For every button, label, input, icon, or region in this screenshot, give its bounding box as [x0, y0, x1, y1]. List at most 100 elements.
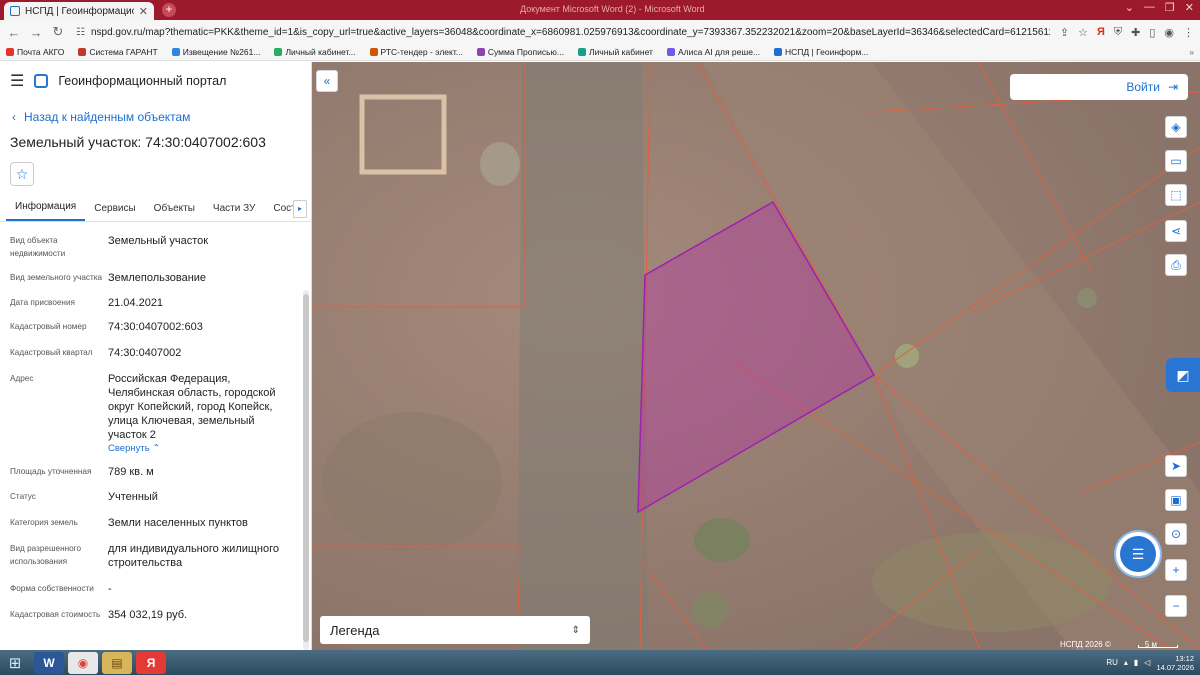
yandex-icon[interactable]: Я	[1097, 26, 1105, 38]
show-hidden-icons-icon[interactable]: ▴	[1124, 658, 1128, 667]
print-button[interactable]: ⎙	[1165, 254, 1187, 276]
volume-icon[interactable]: ◁	[1144, 658, 1150, 667]
share-button[interactable]: ⋖	[1165, 220, 1187, 242]
map-view[interactable]: « Войти ⇥ ◈ ▭ ⬚ ⋖ ⎙ ◩ ➤ ▣ ⊙ + − ☰ Легенд…	[312, 62, 1200, 650]
bookmark-item[interactable]: Алиса AI для реше...	[666, 47, 760, 57]
bookmark-star-icon[interactable]: ☆	[1078, 26, 1088, 39]
collapse-link[interactable]: Свернуть ⌃	[108, 443, 286, 454]
share-icon: ⋖	[1170, 224, 1182, 238]
taskbar-word[interactable]: W	[34, 651, 64, 674]
chevron-left-icon: ‹	[12, 110, 16, 124]
double-chevron-left-icon: «	[323, 74, 331, 88]
taskbar-explorer[interactable]: ▤	[102, 651, 132, 674]
hamburger-menu-icon[interactable]: ☰	[10, 71, 24, 91]
geolocation-button[interactable]: ➤	[1165, 455, 1187, 477]
grass-patch	[872, 532, 1112, 632]
address-bar[interactable]: ☷ nspd.gov.ru/map?thematic=PKK&theme_id=…	[72, 23, 1054, 41]
portal-logo-icon	[34, 74, 49, 88]
network-icon[interactable]: ▮	[1134, 658, 1138, 667]
chevron-up-icon: ⌃	[152, 443, 161, 454]
select-area-button[interactable]: ⬚	[1165, 184, 1187, 206]
reload-icon[interactable]: ↻	[50, 24, 66, 40]
panel-tabs: Информация Сервисы Объекты Части ЗУ Сост…	[0, 196, 311, 222]
favorite-button[interactable]: ☆	[10, 162, 34, 186]
new-tab-button[interactable]: +	[162, 3, 176, 17]
tab-search-icon[interactable]: ⌄	[1125, 1, 1134, 14]
bookmark-item[interactable]: Система ГАРАНТ	[78, 47, 158, 57]
basemap-icon: ▣	[1170, 493, 1182, 507]
layers-button[interactable]: ◈	[1165, 116, 1187, 138]
minimize-icon[interactable]: —	[1144, 1, 1155, 14]
chrome-icon: ◉	[77, 655, 89, 670]
measure-button[interactable]: ▭	[1165, 150, 1187, 172]
back-icon[interactable]: ←	[6, 25, 22, 40]
select-area-icon: ⬚	[1170, 188, 1182, 202]
tree	[692, 592, 728, 628]
tabs-next-button[interactable]: ▸	[293, 200, 307, 218]
satellite-map[interactable]	[312, 62, 1200, 650]
back-to-results-link[interactable]: ‹ Назад к найденным объектам	[0, 100, 311, 124]
bookmark-item[interactable]: Сумма Прописью...	[476, 47, 564, 57]
service-icon: ◩	[1176, 366, 1190, 383]
extensions-icon[interactable]: ✚	[1131, 26, 1140, 39]
forward-icon[interactable]: →	[28, 25, 44, 40]
profile-icon[interactable]: ◉	[1164, 26, 1174, 39]
attribute-row: Площадь уточненная 789 кв. м	[0, 465, 311, 479]
basemap-button[interactable]: ▣	[1165, 489, 1187, 511]
attribute-label: Форма собственности	[10, 584, 94, 593]
menu-icon[interactable]: ⋮	[1183, 26, 1194, 39]
os-taskbar: ⊞ W ◉ ▤ Я RU ▴ ▮ ◁ 13:12 14.07.2026	[0, 650, 1200, 675]
login-label: Войти	[1126, 80, 1160, 94]
zoom-in-button[interactable]: +	[1165, 559, 1187, 581]
tab-information[interactable]: Информация	[6, 201, 86, 221]
chat-button[interactable]: ☰	[1120, 536, 1156, 572]
attribute-row: Категория земель Земли населенных пункто…	[0, 516, 311, 530]
bookmark-item[interactable]: Извещение №261...	[171, 47, 260, 57]
taskbar-yandex[interactable]: Я	[136, 651, 166, 674]
service-side-tab[interactable]: ◩	[1166, 358, 1200, 392]
collapse-panel-button[interactable]: «	[316, 70, 338, 92]
language-indicator[interactable]: RU	[1106, 658, 1118, 667]
share-icon[interactable]: ⇪	[1060, 26, 1069, 39]
bookmark-item[interactable]: РТС-тендер - элект...	[369, 47, 463, 57]
print-icon: ⎙	[1171, 257, 1181, 272]
tab-services[interactable]: Сервисы	[85, 203, 144, 221]
close-window-icon[interactable]: ✕	[1185, 1, 1194, 14]
copyright-text: НСПД 2026 ©	[1060, 640, 1111, 649]
app-window: НСПД | Геоинформационный п ✕ + Документ …	[0, 0, 1200, 675]
attribute-row: Статус Учтенный	[0, 490, 311, 504]
attribute-value: 789 кв. м	[108, 466, 154, 478]
browser-tab[interactable]: НСПД | Геоинформационный п ✕	[4, 2, 154, 20]
bookmark-item[interactable]: Почта АКГО	[6, 47, 64, 57]
panel-scrollbar-thumb[interactable]	[303, 294, 309, 642]
attribute-value: Землепользование	[108, 272, 207, 284]
bookmark-item[interactable]: Личный кабинет...	[274, 47, 356, 57]
tab-title: НСПД | Геоинформационный п	[25, 5, 134, 17]
start-button[interactable]: ⊞	[0, 650, 30, 675]
tab-parcel-parts[interactable]: Части ЗУ	[204, 203, 264, 221]
sidebar-icon[interactable]: ▯	[1149, 26, 1155, 39]
tab-objects[interactable]: Объекты	[145, 203, 204, 221]
shield-icon[interactable]: ⛨	[1114, 26, 1122, 39]
maximize-icon[interactable]: ❐	[1165, 1, 1175, 14]
attribute-row: Дата присвоения 21.04.2021	[0, 296, 311, 310]
site-info-icon[interactable]: ☷	[76, 27, 85, 38]
close-tab-icon[interactable]: ✕	[139, 5, 148, 18]
clock[interactable]: 13:12 14.07.2026	[1156, 654, 1194, 672]
search-location-button[interactable]: ⊙	[1165, 523, 1187, 545]
folder-icon: ▤	[111, 655, 123, 670]
bookmarks-more-icon[interactable]: »	[1189, 47, 1194, 57]
attribute-value: 354 032,19 руб.	[108, 609, 188, 621]
legend-dropdown[interactable]: Легенда ⇕	[320, 616, 590, 644]
bookmark-item[interactable]: Личный кабинет	[577, 47, 653, 57]
taskbar-chrome[interactable]: ◉	[68, 651, 98, 674]
bookmark-item[interactable]: НСПД | Геоинформ...	[774, 47, 868, 57]
login-button[interactable]: Войти ⇥	[1010, 74, 1188, 100]
attribute-value: 74:30:0407002:603	[108, 321, 203, 333]
attribute-value: Учтенный	[108, 491, 158, 503]
info-panel: ☰ Геоинформационный портал ‹ Назад к най…	[0, 62, 312, 650]
layers-icon: ◈	[1171, 120, 1181, 134]
attribute-row: Вид разрешенного использования для индив…	[0, 542, 311, 570]
zoom-out-button[interactable]: −	[1165, 595, 1187, 617]
window-title: Документ Microsoft Word (2) - Microsoft …	[520, 4, 705, 14]
